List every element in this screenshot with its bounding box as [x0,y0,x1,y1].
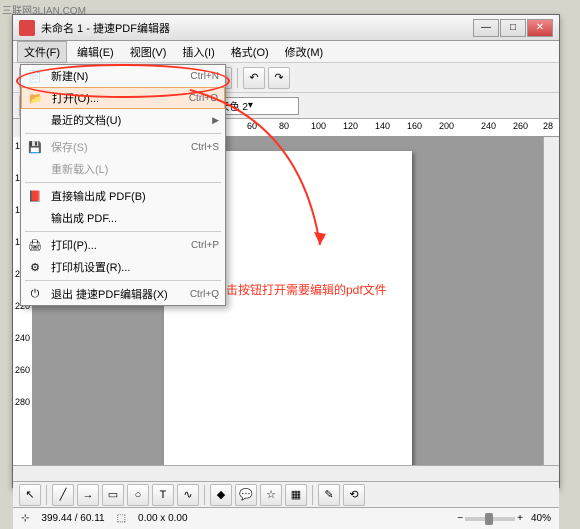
statusbar: ⊹ 399.44 / 60.11 ⬚ 0.00 x 0.00 − + 40% [13,507,559,529]
menu-item-print[interactable]: 🖨 打印(P)... Ctrl+P [21,234,225,256]
scrollbar-vertical[interactable] [543,137,559,465]
more-shapes-icon[interactable]: ▦ [285,484,307,506]
zoom-out-icon[interactable]: − [457,513,463,524]
close-button[interactable]: ✕ [527,19,553,37]
status-size: 0.00 x 0.00 [138,513,187,524]
zoom-slider-track[interactable] [465,517,515,521]
rotate-icon[interactable]: ⟲ [343,484,365,506]
ellipse-icon[interactable]: ○ [127,484,149,506]
status-cursor-icon: ⊹ [21,513,29,524]
shapes-icon[interactable]: ◆ [210,484,232,506]
menu-item-exit[interactable]: ⏻ 退出 捷速PDF编辑器(X) Ctrl+Q [21,283,225,305]
menu-item-reload[interactable]: 重新载入(L) [21,158,225,180]
scrollbar-horizontal[interactable] [13,465,559,481]
exit-icon: ⏻ [27,286,43,302]
menubar: 文件(F) 编辑(E) 视图(V) 插入(I) 格式(O) 修改(M) [13,41,559,63]
zoom-value: 40% [531,513,551,524]
source-watermark: 三联网3LIAN.COM [2,2,86,17]
text-icon[interactable]: T [152,484,174,506]
callout-icon[interactable]: 💬 [235,484,257,506]
menu-item-output-pdf[interactable]: 输出成 PDF... [21,207,225,229]
annotation-text: 点击按钮打开需要编辑的pdf文件 [214,281,387,298]
star-icon[interactable]: ☆ [260,484,282,506]
maximize-button[interactable]: □ [500,19,526,37]
menu-item-recent[interactable]: 最近的文档(U) ▶ [21,109,225,131]
app-icon [19,20,35,36]
menu-edit[interactable]: 编辑(E) [71,42,120,62]
zoom-control[interactable]: − + 40% [457,513,551,524]
pointer-icon[interactable]: ↖ [19,484,41,506]
menu-file[interactable]: 文件(F) [17,41,67,63]
menu-item-export-pdf[interactable]: 📕 直接输出成 PDF(B) [21,185,225,207]
status-size-icon: ⬚ [117,513,126,524]
file-menu-dropdown: 📄 新建(N) Ctrl+N 📂 打开(O)... Ctrl+O 最近的文档(U… [20,64,226,306]
menu-item-new[interactable]: 📄 新建(N) Ctrl+N [21,65,225,87]
edit-points-icon[interactable]: ✎ [318,484,340,506]
submenu-arrow-icon: ▶ [212,115,219,126]
save-disk-icon: 💾 [27,139,43,155]
menu-item-save[interactable]: 💾 保存(S) Ctrl+S [21,136,225,158]
zoom-in-icon[interactable]: + [517,513,523,524]
status-coords: 399.44 / 60.11 [41,513,104,524]
curve-icon[interactable]: ∿ [177,484,199,506]
toolbar-bottom: ↖ ╱ → ▭ ○ T ∿ ◆ 💬 ☆ ▦ ✎ ⟲ [13,481,559,507]
menu-view[interactable]: 视图(V) [124,42,173,62]
menu-insert[interactable]: 插入(I) [176,42,220,62]
menu-format[interactable]: 格式(O) [225,42,275,62]
menu-modify[interactable]: 修改(M) [279,42,330,62]
pdf-export-icon: 📕 [27,188,43,204]
rect-icon[interactable]: ▭ [102,484,124,506]
open-folder-icon: 📂 [28,90,44,106]
menu-item-open[interactable]: 📂 打开(O)... Ctrl+O [21,87,225,109]
window-title: 未命名 1 - 捷速PDF编辑器 [41,20,473,36]
menu-item-print-settings[interactable]: ⚙ 打印机设置(R)... [21,256,225,278]
new-file-icon: 📄 [27,68,43,84]
arrow-tool-icon[interactable]: → [77,484,99,506]
minimize-button[interactable]: — [473,19,499,37]
titlebar: 未命名 1 - 捷速PDF编辑器 — □ ✕ [13,15,559,41]
printer-icon: 🖨 [27,237,43,253]
printer-settings-icon: ⚙ [27,259,43,275]
undo-icon[interactable]: ↶ [243,67,265,89]
line-icon[interactable]: ╱ [52,484,74,506]
redo-icon[interactable]: ↷ [268,67,290,89]
